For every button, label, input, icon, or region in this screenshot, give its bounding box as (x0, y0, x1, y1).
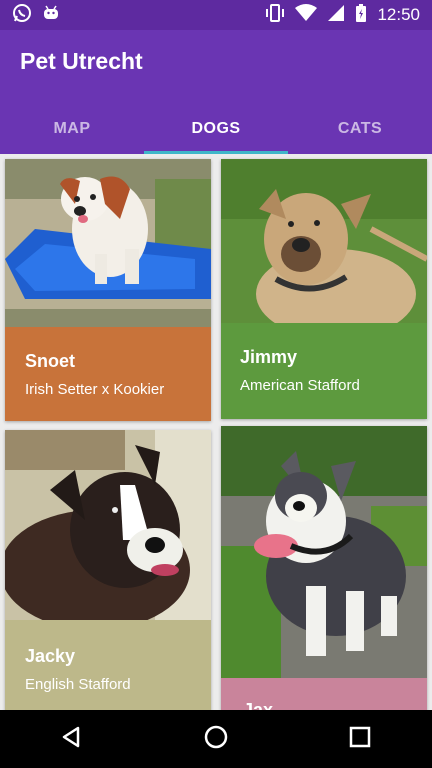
dog-info-panel: Snoet Irish Setter x Kookier (5, 327, 211, 421)
dog-name: Jimmy (240, 347, 298, 367)
home-button[interactable] (186, 719, 246, 759)
panel-background (5, 327, 211, 421)
dog-breed: English Stafford (25, 676, 131, 693)
dog-name: Snoet (25, 351, 76, 371)
wifi-icon (295, 3, 318, 27)
signal-icon (327, 4, 345, 27)
vibrate-icon (265, 3, 285, 27)
app-bar: Pet Utrecht MAP DOGS CATS (0, 30, 432, 154)
dog-grid: Snoet Irish Setter x Kookier Jimmy Ameri… (0, 154, 432, 710)
status-time: 12:50 (377, 5, 420, 24)
dog-name: Jacky (25, 646, 76, 666)
panel-background (221, 323, 427, 419)
dog-card-jax[interactable]: Jax (221, 426, 427, 710)
battery-charging-icon (355, 3, 367, 28)
dog-info-panel: Jimmy American Stafford (221, 323, 427, 419)
back-button[interactable] (42, 719, 102, 759)
android-icon (42, 4, 60, 27)
dog-breed: Irish Setter x Kookier (25, 381, 165, 398)
dog-info-panel: Jax (221, 678, 427, 710)
tab-bar: MAP DOGS CATS (0, 104, 432, 154)
whatsapp-icon (12, 3, 32, 28)
tab-cats[interactable]: CATS (288, 104, 432, 154)
dog-name: Jax (243, 700, 274, 710)
recents-button[interactable] (330, 719, 390, 759)
dog-card-snoet[interactable]: Snoet Irish Setter x Kookier (5, 159, 211, 421)
dog-card-jimmy[interactable]: Jimmy American Stafford (221, 159, 427, 419)
status-right-icons: 12:50 (265, 3, 420, 28)
dog-card-jacky[interactable]: Jacky English Stafford (5, 430, 211, 710)
status-bar: 12:50 (0, 0, 432, 30)
back-icon (60, 725, 84, 754)
recents-icon (349, 726, 371, 753)
dog-photo (221, 159, 427, 339)
dog-photo (221, 426, 427, 678)
dog-photo (5, 159, 211, 327)
app-title: Pet Utrecht (20, 48, 143, 74)
tab-map[interactable]: MAP (0, 104, 144, 154)
dog-breed: American Stafford (240, 377, 360, 394)
dog-photo (5, 430, 211, 630)
tab-dogs[interactable]: DOGS (144, 104, 288, 154)
status-left-icons (12, 3, 60, 28)
navigation-bar (0, 710, 432, 768)
dog-info-panel: Jacky English Stafford (5, 620, 211, 710)
home-icon (203, 724, 229, 755)
